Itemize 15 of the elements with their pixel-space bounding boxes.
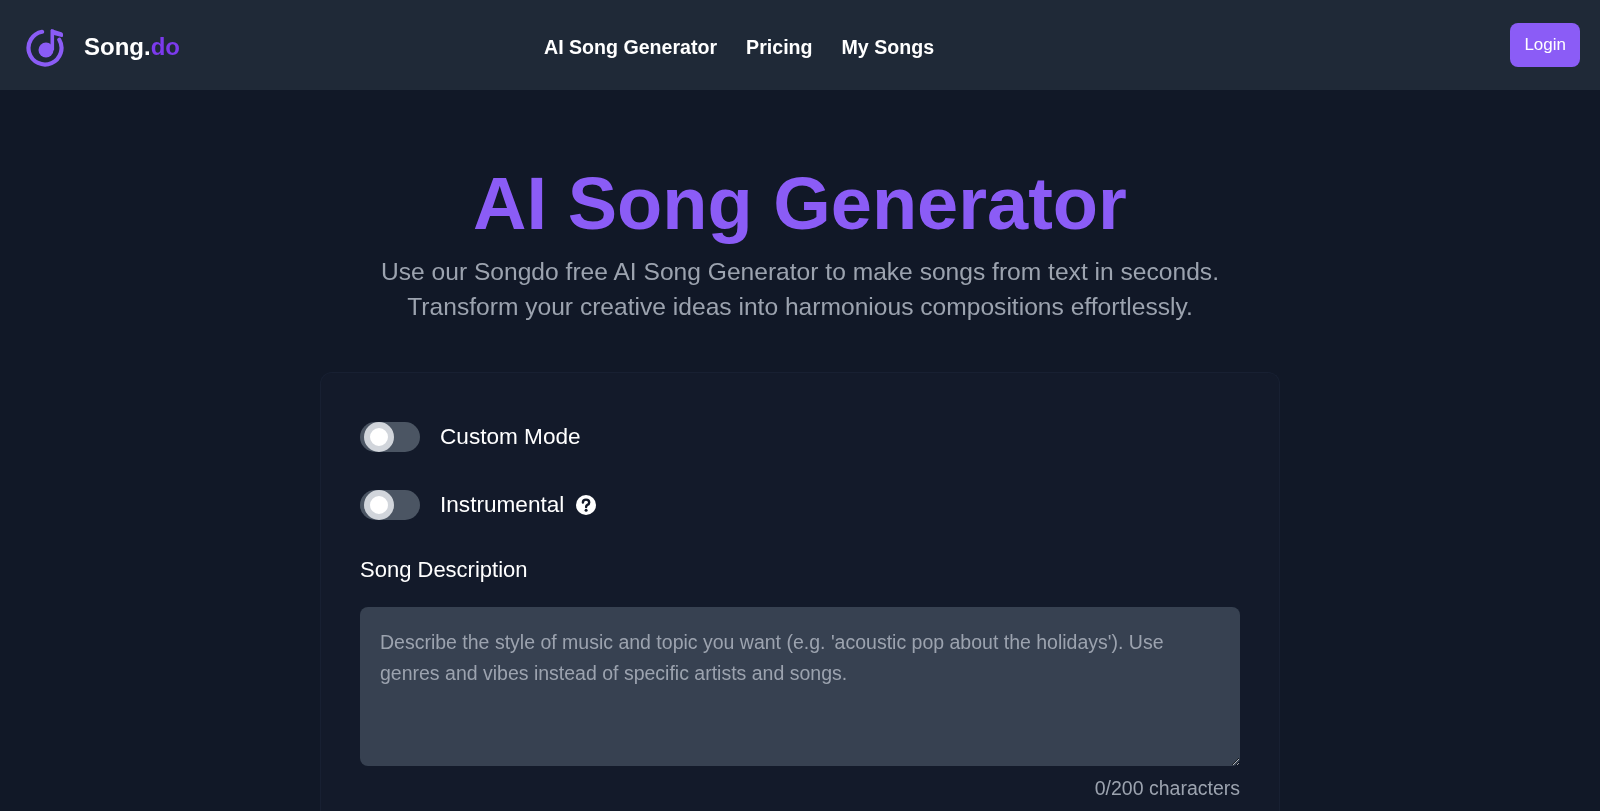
nav-link[interactable]: My Songs [841, 34, 935, 60]
hero-subtitle: Use our Songdo free AI Song Generator to make songs from text in seconds. Transform your creative ideas into harmonious compositions effortlessly. [381, 256, 1219, 322]
field-label: Song Description [360, 555, 529, 584]
character-counter: 0/200 characters [1094, 775, 1240, 800]
nav-link[interactable]: Pricing [746, 34, 813, 60]
login-button[interactable]: Login [1510, 23, 1580, 67]
toggle-switch[interactable] [360, 489, 420, 520]
help-icon[interactable] [576, 494, 597, 515]
hero-title: AI Song Generator [473, 161, 1127, 247]
logo-text[interactable]: Song.do [84, 31, 180, 62]
toggle-switch[interactable] [360, 421, 420, 452]
nav-link[interactable]: AI Song Generator [544, 34, 718, 60]
description-field[interactable]: Describe the style of music and topic you want (e.g. 'acoustic pop about the holidays'). Use genres and vibes instead of specific artists and songs. [360, 606, 1240, 766]
toggle-label: Custom Mode [440, 422, 581, 451]
toggle-label: Instrumental [440, 490, 565, 519]
